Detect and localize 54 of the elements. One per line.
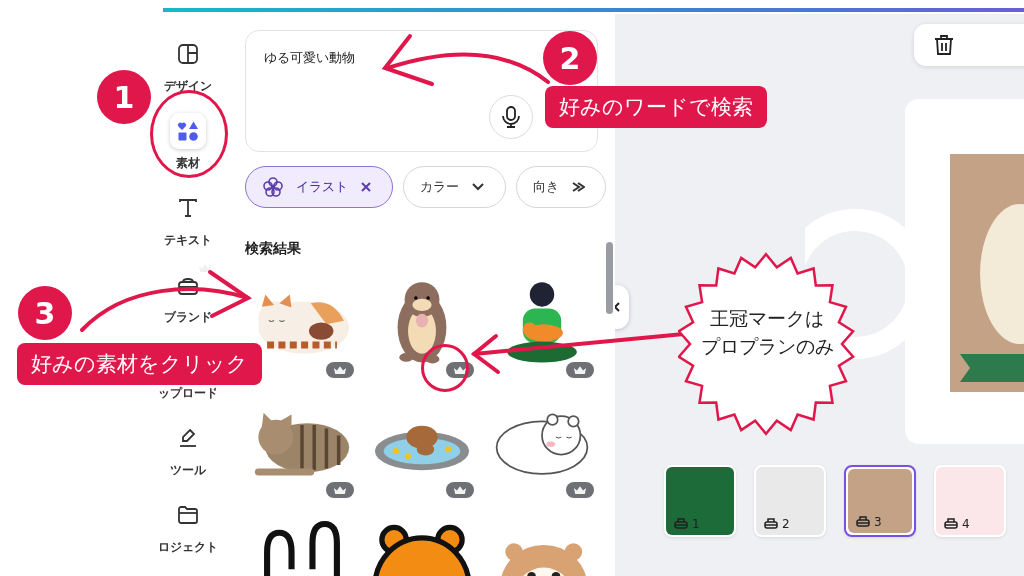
- close-icon: [360, 181, 372, 193]
- otter-sticker[interactable]: [397, 282, 446, 364]
- sidebar-tab[interactable]: ロジェクト: [158, 497, 218, 554]
- microphone-button[interactable]: [489, 95, 533, 139]
- microphone-icon: [502, 106, 520, 128]
- printer-icon: [764, 518, 778, 530]
- polar-bear-sticker[interactable]: [495, 413, 588, 475]
- photo-placeholder: [936, 467, 1004, 535]
- page-thumbnail[interactable]: 3: [844, 465, 916, 537]
- filter-chip[interactable]: カラー: [403, 166, 506, 208]
- cat-sticker[interactable]: [257, 294, 349, 354]
- sidebar-tab[interactable]: デザイン: [164, 36, 212, 93]
- chevron-left-icon: [615, 301, 621, 313]
- sidebar-tab[interactable]: ブランド: [164, 267, 212, 324]
- scrollbar[interactable]: [606, 242, 613, 314]
- sidebar-tab[interactable]: ツール: [170, 420, 206, 477]
- printer-icon: [944, 518, 958, 530]
- page-number: 3: [874, 515, 882, 529]
- step-caption: 好みの素材をクリック: [17, 343, 262, 385]
- filter-chip[interactable]: イラスト: [245, 166, 393, 208]
- folder-icon: [176, 503, 200, 527]
- page-number: 1: [692, 517, 700, 531]
- sidebar-tab[interactable]: テキスト: [164, 190, 212, 247]
- search-text: ゆる可愛い動物: [264, 50, 355, 65]
- page-thumbnail[interactable]: 2: [754, 465, 826, 537]
- page-number: 4: [962, 517, 970, 531]
- text-icon: [176, 196, 200, 220]
- highlight-circle: [421, 344, 469, 392]
- photo-placeholder: [848, 469, 912, 533]
- page-number: 2: [782, 517, 790, 531]
- person-with-cat-sticker[interactable]: [506, 282, 577, 363]
- trash-icon: [934, 34, 954, 56]
- shapes-icon: [176, 119, 200, 143]
- bear-sticker[interactable]: [371, 524, 472, 576]
- printer-icon: [856, 516, 870, 528]
- flower-icon: [262, 176, 284, 198]
- delete-button[interactable]: [934, 34, 954, 56]
- sidebar-tab[interactable]: ップロード: [158, 386, 218, 400]
- callout-text: 王冠マークは プロプランのみ: [700, 306, 834, 359]
- photo-placeholder: [756, 467, 824, 535]
- chevron-down-icon: [471, 182, 485, 192]
- step-caption: 好みのワードで検索: [545, 86, 767, 128]
- photo-placeholder: [666, 467, 734, 535]
- layout-icon: [176, 42, 200, 66]
- step-number: 1: [97, 70, 151, 124]
- filter-chip[interactable]: 向き: [516, 166, 606, 208]
- chevron-right-icon: [571, 180, 585, 194]
- page-thumbnail[interactable]: 4: [934, 465, 1006, 537]
- capybara-hot-spring-sticker[interactable]: [374, 425, 469, 471]
- section-heading: 検索結果: [245, 240, 302, 258]
- tabby-cat-sticker[interactable]: [254, 412, 349, 476]
- printer-icon: [674, 518, 688, 530]
- rabbit-sticker[interactable]: [263, 520, 340, 576]
- step-number: 3: [18, 286, 72, 340]
